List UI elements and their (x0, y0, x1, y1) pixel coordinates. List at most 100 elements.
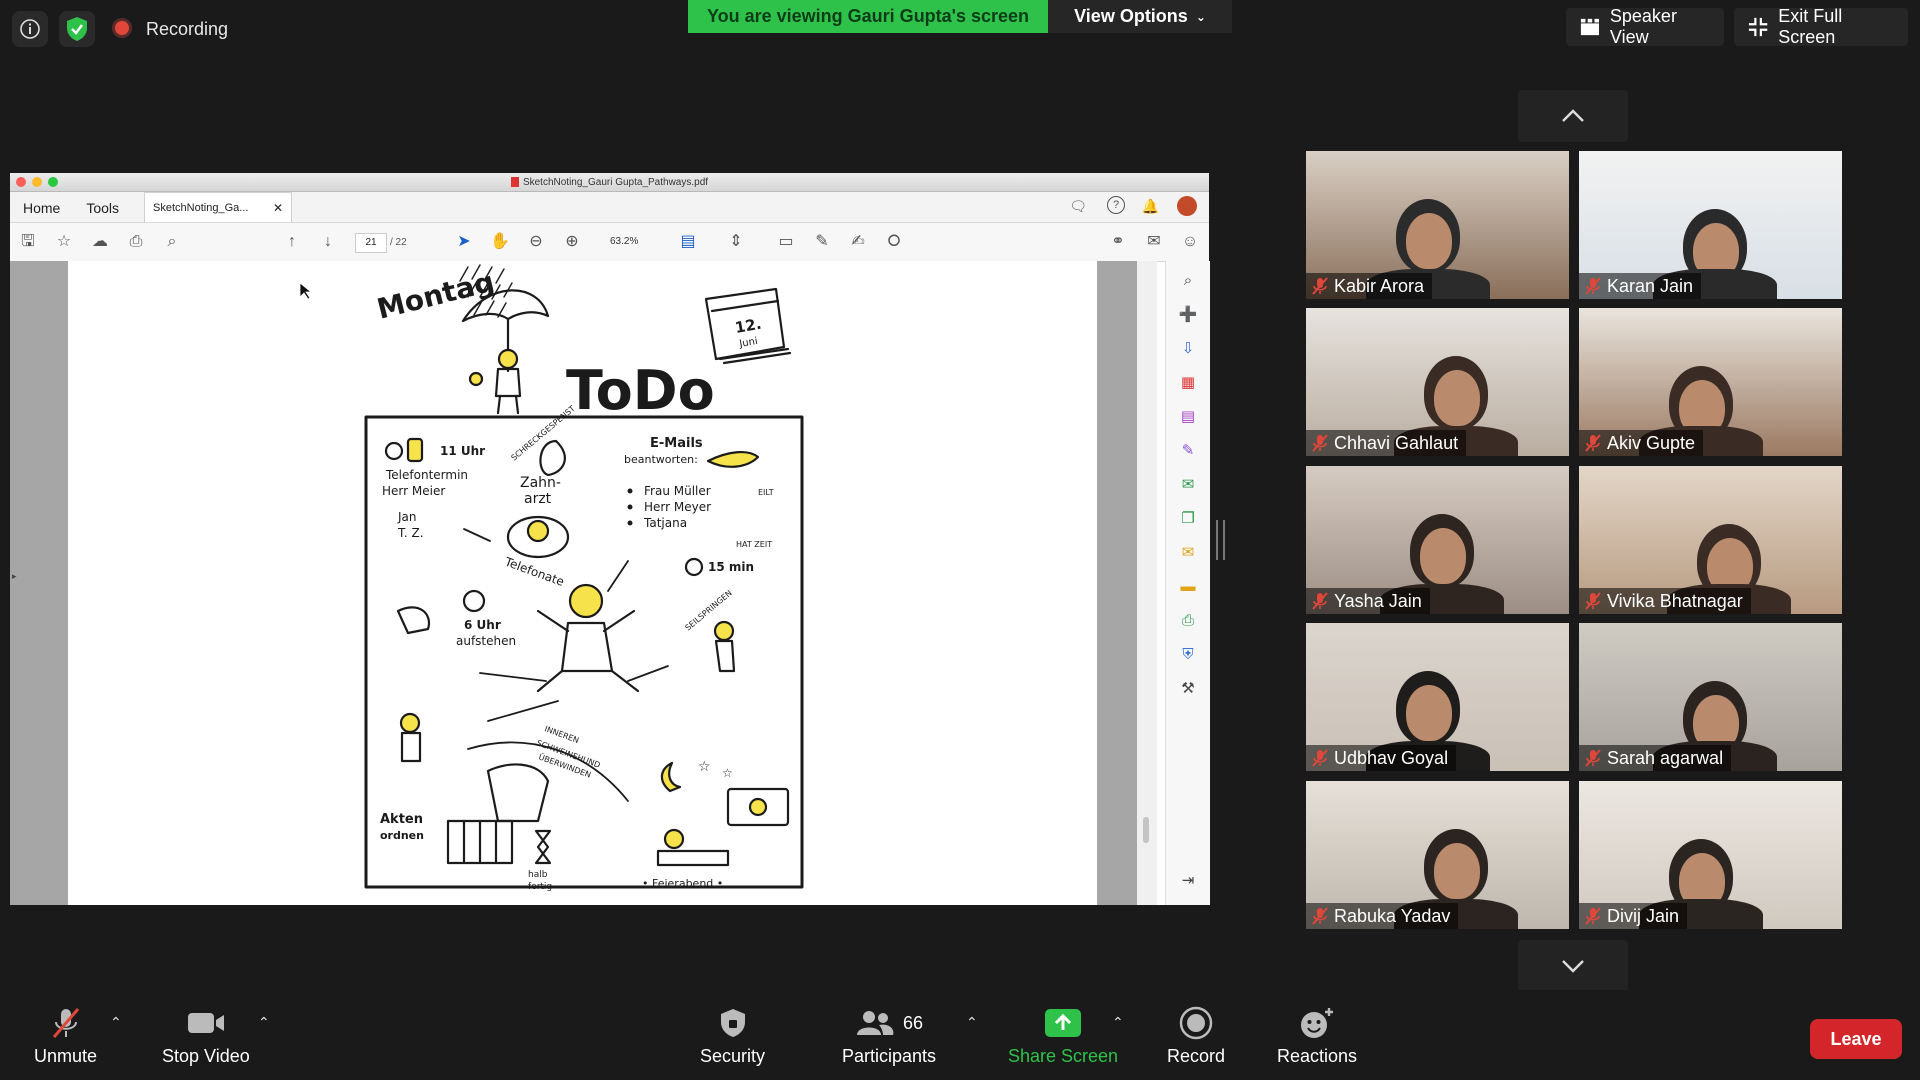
participant-tile[interactable]: Divij Jain (1579, 781, 1842, 929)
zoom-search-icon[interactable]: ⌕ (162, 232, 182, 252)
participant-tile[interactable]: Kabir Arora (1306, 151, 1569, 299)
page-number-input[interactable]: 21 (355, 233, 387, 253)
fill-sign-icon[interactable]: ✎ (1178, 441, 1198, 461)
stamp-icon[interactable]: ⭘ (884, 232, 904, 252)
gallery-scroll-down-button[interactable] (1518, 940, 1628, 992)
split-resize-handle[interactable] (1216, 520, 1225, 560)
sketch-dentist-2: arzt (524, 491, 552, 507)
minimize-window-button[interactable] (32, 177, 42, 187)
save-icon[interactable]: 🖫 (18, 232, 38, 252)
unmute-button[interactable]: Unmute (34, 1006, 97, 1067)
sketch-time-11: 11 Uhr (440, 444, 485, 458)
tools-right-panel: ⌕ ➕ ⇩ ▦ ▤ ✎ ✉ ❐ ✉ ▬ ⎙ ⛨ ⚒ ⇥ (1165, 261, 1210, 905)
speaker-view-button[interactable]: Speaker View (1566, 6, 1724, 47)
link-icon[interactable]: ⚭ (1108, 232, 1128, 252)
view-options-button[interactable]: View Options ⌄ (1048, 0, 1232, 33)
zoom-out-icon[interactable]: ⊖ (526, 232, 546, 252)
zoom-panel-icon[interactable]: ⌕ (1178, 271, 1198, 291)
participant-tile[interactable]: Yasha Jain (1306, 466, 1569, 614)
scroll-mode-icon[interactable]: ⇕ (726, 232, 746, 252)
participant-tile[interactable]: Rabuka Yadav (1306, 781, 1569, 929)
close-window-button[interactable] (16, 177, 26, 187)
zoom-in-icon[interactable]: ⊕ (562, 232, 582, 252)
protect-icon[interactable]: ⛨ (1178, 645, 1198, 665)
edit-pdf-icon[interactable]: ▤ (1178, 407, 1198, 427)
document-tab-label: SketchNoting_Ga... (153, 201, 249, 214)
upload-cloud-icon[interactable]: ☁ (90, 232, 110, 252)
sketch-wake-time: 6 Uhr (464, 618, 501, 632)
participants-button[interactable]: 66 Participants (842, 1006, 936, 1067)
microphone-muted-icon (1312, 592, 1328, 610)
print-icon[interactable]: ⎙ (126, 232, 146, 252)
encryption-button[interactable] (59, 11, 95, 47)
print-production-icon[interactable]: ⎙ (1178, 611, 1198, 631)
participant-name: Akiv Gupte (1607, 432, 1696, 453)
participant-name-plate: Karan Jain (1579, 273, 1702, 299)
gallery-scroll-up-button[interactable] (1518, 90, 1628, 142)
sketch-halb-1: halb (528, 870, 548, 880)
audio-options-caret-icon[interactable]: ⌃ (110, 1014, 122, 1031)
record-icon (1179, 1006, 1213, 1040)
combine-files-icon[interactable]: ❐ (1178, 509, 1198, 529)
sketch-call-2: T. Z. (397, 526, 424, 540)
account-avatar[interactable] (1177, 196, 1197, 216)
recording-indicator-icon (115, 21, 129, 35)
video-options-caret-icon[interactable]: ⌃ (258, 1014, 270, 1031)
meeting-info-button[interactable] (12, 11, 48, 47)
document-scrollbar[interactable] (1137, 261, 1157, 905)
highlight-pen-icon[interactable]: ✎ (812, 232, 832, 252)
draw-icon[interactable]: ✍ (848, 232, 868, 252)
maximize-window-button[interactable] (48, 177, 58, 187)
leave-meeting-button[interactable]: Leave (1810, 1019, 1902, 1059)
left-panel-toggle-icon[interactable]: ▸ (12, 571, 17, 582)
reactions-button[interactable]: Reactions (1277, 1006, 1357, 1067)
participant-tile[interactable]: Karan Jain (1579, 151, 1842, 299)
stop-video-button[interactable]: Stop Video (162, 1006, 250, 1067)
microphone-muted-icon (1312, 434, 1328, 452)
fit-page-icon[interactable]: ▤ (678, 232, 698, 252)
previous-page-icon[interactable]: ↑ (282, 232, 302, 252)
record-button[interactable]: Record (1167, 1006, 1225, 1067)
close-tab-icon[interactable]: ✕ (273, 201, 283, 215)
participant-video-face (1434, 370, 1480, 426)
participant-tile[interactable]: Akiv Gupte (1579, 308, 1842, 456)
participant-name: Divij Jain (1607, 905, 1680, 926)
select-cursor-icon[interactable]: ➤ (454, 232, 474, 252)
add-comment-icon[interactable]: ▭ (776, 232, 796, 252)
next-page-icon[interactable]: ↓ (318, 232, 338, 252)
email-icon[interactable]: ✉ (1144, 232, 1164, 252)
create-pdf-icon[interactable]: ➕ (1178, 305, 1198, 325)
comment-icon[interactable]: 🗨 (1069, 198, 1087, 215)
participant-tile[interactable]: Udbhav Goyal (1306, 623, 1569, 771)
export-pdf-icon[interactable]: ⇩ (1178, 339, 1198, 359)
organize-pages-icon[interactable]: ▦ (1178, 373, 1198, 393)
unmute-label: Unmute (34, 1046, 98, 1066)
exit-fullscreen-button[interactable]: Exit Full Screen (1734, 6, 1908, 47)
chevron-up-icon (1562, 109, 1584, 122)
share-screen-button[interactable]: Share Screen (1008, 1006, 1118, 1067)
sketch-minutes-15: 15 min (708, 560, 754, 574)
more-tools-icon[interactable]: ⚒ (1178, 679, 1198, 699)
comment-panel-icon[interactable]: ▬ (1178, 577, 1198, 597)
participant-tile[interactable]: Chhavi Gahlaut (1306, 308, 1569, 456)
participant-name: Udbhav Goyal (1334, 747, 1449, 768)
collapse-panel-icon[interactable]: ⇥ (1178, 871, 1198, 891)
reactions-label: Reactions (1277, 1046, 1358, 1066)
participant-tile[interactable]: Sarah agarwal (1579, 623, 1842, 771)
send-comments-icon[interactable]: ✉ (1178, 543, 1198, 563)
send-track-icon[interactable]: ✉ (1178, 475, 1198, 495)
share-user-icon[interactable]: ☺ (1180, 232, 1200, 252)
security-button[interactable]: Security (700, 1006, 765, 1067)
share-options-caret-icon[interactable]: ⌃ (1112, 1014, 1124, 1031)
document-tab[interactable]: SketchNoting_Ga... ✕ (144, 192, 293, 222)
sketch-call-1: Jan (397, 510, 417, 524)
menu-home[interactable]: Home (10, 194, 73, 222)
bookmark-star-icon[interactable]: ☆ (54, 232, 74, 252)
hand-tool-icon[interactable]: ✋ (490, 232, 510, 252)
notification-bell-icon[interactable]: 🔔 (1142, 198, 1159, 215)
help-icon[interactable]: ? (1107, 196, 1125, 214)
menu-tools[interactable]: Tools (73, 194, 132, 222)
participants-options-caret-icon[interactable]: ⌃ (966, 1014, 978, 1031)
zoom-level-select[interactable]: 63.2% (598, 233, 668, 251)
participant-tile[interactable]: Vivika Bhatnagar (1579, 466, 1842, 614)
